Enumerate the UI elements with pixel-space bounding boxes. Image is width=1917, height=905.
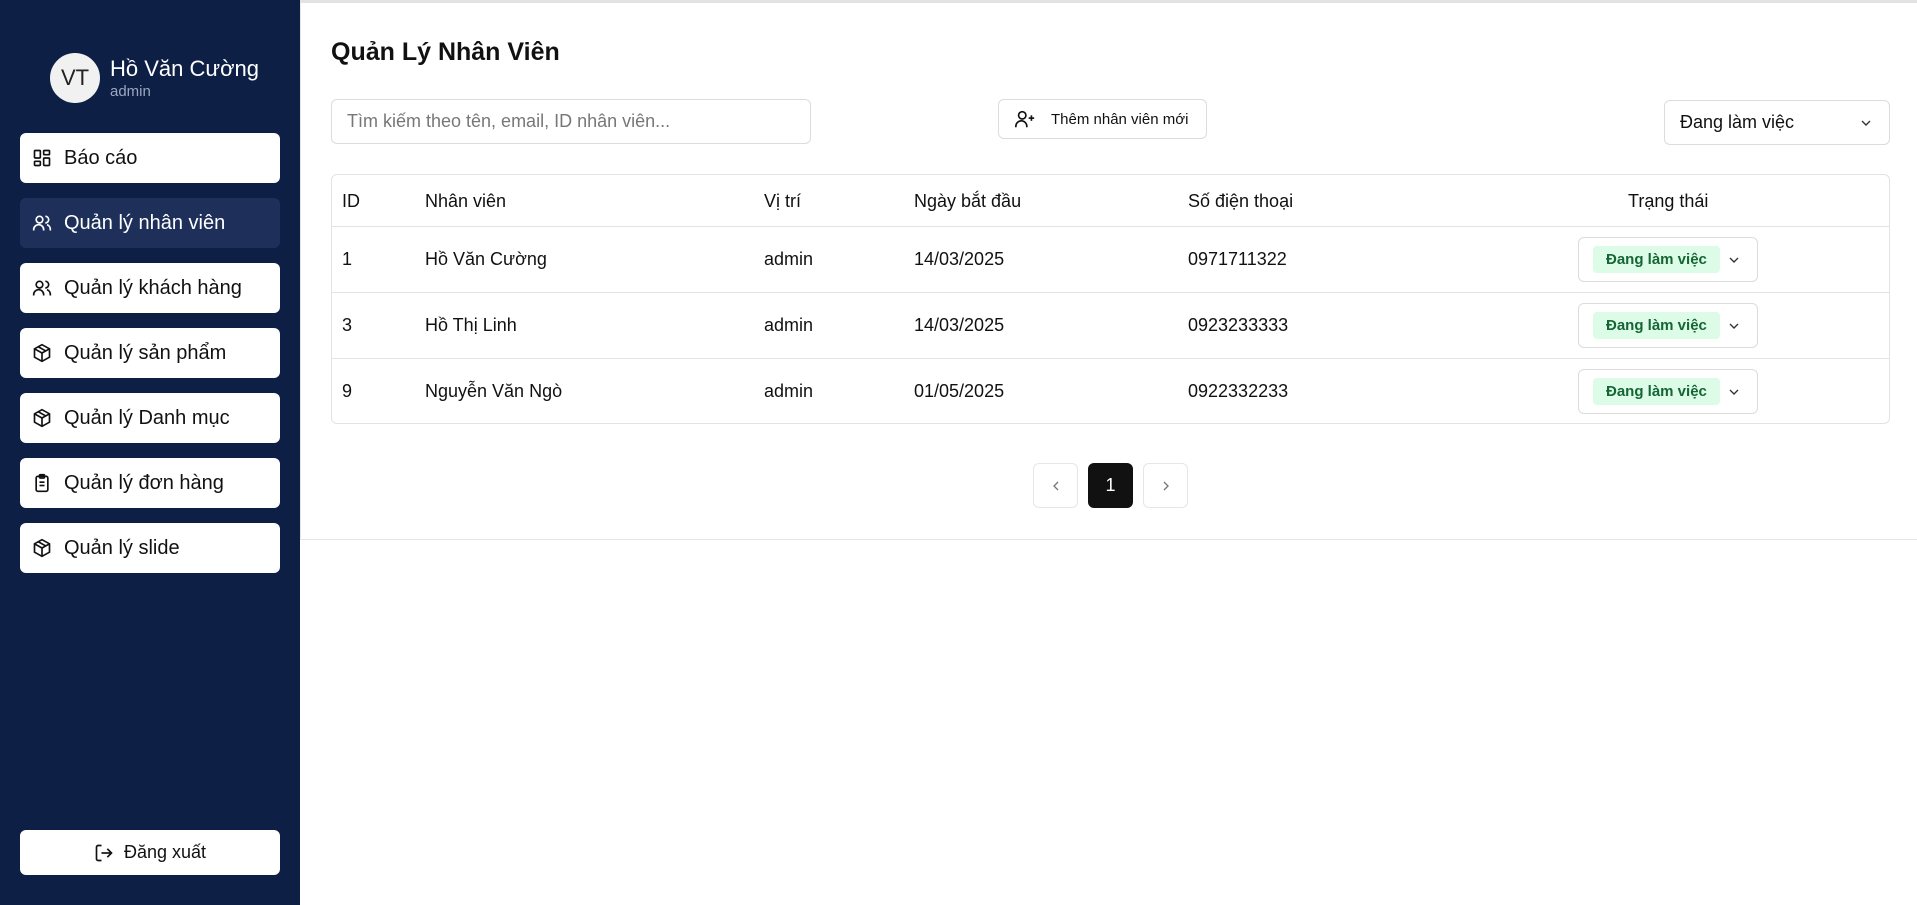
user-profile: VT Hồ Văn Cường admin xyxy=(50,53,259,103)
cell-employee-name: Hồ Thị Linh xyxy=(425,315,517,335)
logout-label: Đăng xuất xyxy=(123,842,207,862)
cell-position: admin xyxy=(764,249,814,269)
page-button-current[interactable]: 1 xyxy=(1088,463,1133,508)
sidebar-item-label: Quản lý đơn hàng xyxy=(64,471,224,494)
status-filter-value: Đang làm việc xyxy=(1680,112,1795,132)
add-employee-label: Thêm nhân viên mới xyxy=(1051,110,1189,128)
sidebar: VT Hồ Văn Cường admin Báo cáo Quản lý nh… xyxy=(0,0,300,905)
search-input[interactable] xyxy=(331,99,811,144)
page-title: Quản Lý Nhân Viên xyxy=(331,38,560,66)
clipboard-icon xyxy=(32,473,52,493)
status-select[interactable]: Đang làm việc xyxy=(1578,369,1758,414)
cell-employee-name: Hồ Văn Cường xyxy=(425,249,547,269)
sidebar-item-slides[interactable]: Quản lý slide xyxy=(20,523,280,573)
previous-page-button[interactable] xyxy=(1033,463,1078,508)
chevron-left-icon xyxy=(1052,481,1058,490)
cell-id: 1 xyxy=(342,249,353,269)
status-badge: Đang làm việc xyxy=(1593,312,1720,339)
users-icon xyxy=(32,278,52,298)
logout-button[interactable]: Đăng xuất xyxy=(20,830,280,875)
column-header-employee: Nhân viên xyxy=(425,191,507,211)
sidebar-item-employees[interactable]: Quản lý nhân viên xyxy=(20,198,280,248)
column-header-phone: Số điện thoại xyxy=(1188,191,1294,211)
status-badge: Đang làm việc xyxy=(1593,378,1720,405)
package-icon xyxy=(32,343,52,363)
column-header-start-date: Ngày bắt đầu xyxy=(914,191,1022,211)
sidebar-item-label: Quản lý nhân viên xyxy=(64,211,226,234)
chevron-down-icon xyxy=(1858,115,1874,131)
sidebar-item-reports[interactable]: Báo cáo xyxy=(20,133,280,183)
cell-start-date: 14/03/2025 xyxy=(914,315,1005,335)
logout-icon xyxy=(94,843,114,863)
cell-phone: 0923233333 xyxy=(1188,315,1289,335)
sidebar-item-label: Báo cáo xyxy=(64,146,138,169)
user-name: Hồ Văn Cường xyxy=(110,55,260,81)
cell-start-date: 14/03/2025 xyxy=(914,249,1005,269)
package-icon xyxy=(32,538,52,558)
dashboard-icon xyxy=(32,148,52,168)
cell-start-date: 01/05/2025 xyxy=(914,381,1005,401)
sidebar-item-label: Quản lý Danh mục xyxy=(64,406,230,429)
package-icon xyxy=(32,408,52,428)
column-header-status: Trạng thái xyxy=(1628,191,1709,211)
cell-phone: 0971711322 xyxy=(1188,249,1287,269)
next-page-button[interactable] xyxy=(1143,463,1188,508)
table-row: 1 Hồ Văn Cường admin 14/03/2025 09717113… xyxy=(332,227,1889,293)
user-plus-icon xyxy=(1014,108,1036,130)
table-row: 9 Nguyễn Văn Ngò admin 01/05/2025 092233… xyxy=(332,359,1889,425)
cell-employee-name: Nguyễn Văn Ngò xyxy=(425,381,563,401)
avatar: VT xyxy=(50,53,100,103)
column-header-position: Vị trí xyxy=(764,191,802,211)
chevron-down-icon xyxy=(1726,318,1742,334)
add-employee-button[interactable]: Thêm nhân viên mới xyxy=(998,99,1207,139)
status-badge: Đang làm việc xyxy=(1593,246,1720,273)
cell-id: 3 xyxy=(342,315,353,335)
cell-phone: 0922332233 xyxy=(1188,381,1289,401)
table-header: ID Nhân viên Vị trí Ngày bắt đầu Số điện… xyxy=(332,175,1889,227)
status-select[interactable]: Đang làm việc xyxy=(1578,303,1758,348)
status-select[interactable]: Đang làm việc xyxy=(1578,237,1758,282)
status-filter-select[interactable]: Đang làm việc xyxy=(1664,100,1890,145)
user-role: admin xyxy=(110,82,151,100)
chevron-down-icon xyxy=(1726,252,1742,268)
sidebar-item-label: Quản lý slide xyxy=(64,536,180,559)
cell-position: admin xyxy=(764,381,814,401)
chevron-down-icon xyxy=(1726,384,1742,400)
employee-table: ID Nhân viên Vị trí Ngày bắt đầu Số điện… xyxy=(331,174,1890,424)
sidebar-item-customers[interactable]: Quản lý khách hàng xyxy=(20,263,280,313)
sidebar-item-label: Quản lý khách hàng xyxy=(64,276,242,299)
sidebar-item-categories[interactable]: Quản lý Danh mục xyxy=(20,393,280,443)
chevron-right-icon xyxy=(1163,481,1169,490)
sidebar-item-label: Quản lý sản phẩm xyxy=(64,341,227,364)
column-header-id: ID xyxy=(342,191,360,211)
users-icon xyxy=(32,213,52,233)
sidebar-item-products[interactable]: Quản lý sản phẩm xyxy=(20,328,280,378)
sidebar-item-orders[interactable]: Quản lý đơn hàng xyxy=(20,458,280,508)
table-row: 3 Hồ Thị Linh admin 14/03/2025 092323333… xyxy=(332,293,1889,359)
cell-position: admin xyxy=(764,315,814,335)
cell-id: 9 xyxy=(342,381,353,401)
